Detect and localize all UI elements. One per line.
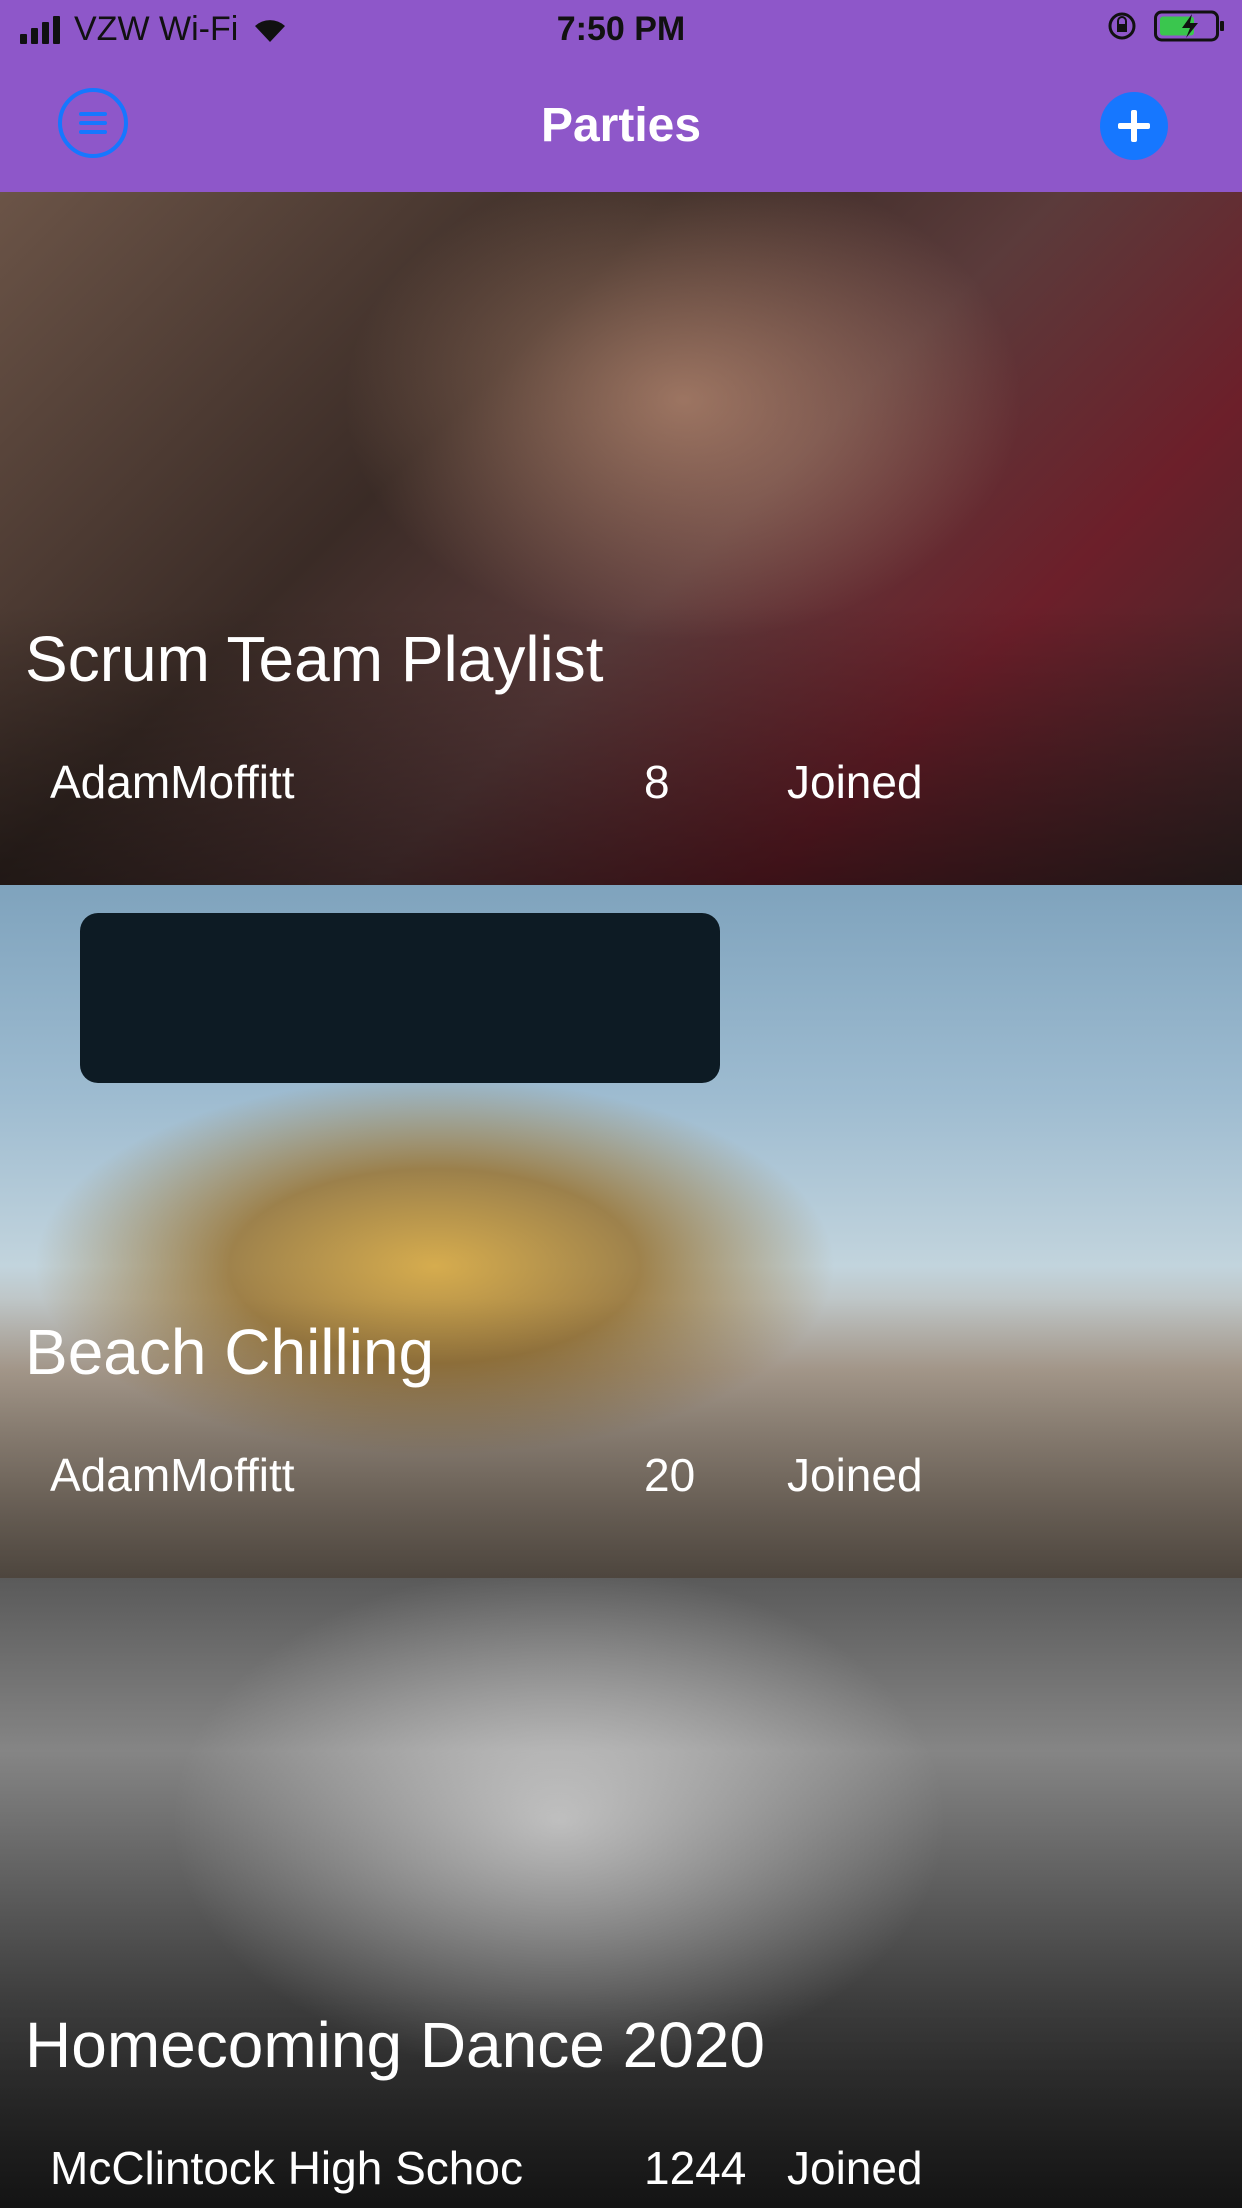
- party-host: AdamMoffitt: [50, 756, 295, 808]
- rotation-lock-icon: [1108, 12, 1136, 40]
- party-name: Beach Chilling: [25, 1316, 435, 1388]
- navigation-header: VZW Wi-Fi 7:50 PM Parties: [0, 0, 1242, 192]
- party-host: AdamMoffitt: [50, 1449, 295, 1501]
- party-list[interactable]: Scrum Team Playlist AdamMoffitt 8 Joined…: [0, 192, 1242, 2208]
- clock: 7:50 PM: [556, 10, 686, 48]
- sunglasses-decoration: [80, 913, 720, 1083]
- joined-status: Joined: [787, 756, 923, 808]
- party-card[interactable]: Homecoming Dance 2020 McClintock High Sc…: [0, 1578, 1242, 2208]
- party-card[interactable]: Beach Chilling AdamMoffitt 20 Joined: [0, 885, 1242, 1578]
- member-count: 1244: [644, 2142, 747, 2194]
- joined-status: Joined: [787, 2142, 923, 2194]
- party-name: Homecoming Dance 2020: [25, 2009, 765, 2081]
- add-party-button[interactable]: [1100, 92, 1168, 160]
- joined-status: Joined: [787, 1449, 923, 1501]
- member-count: 20: [644, 1449, 696, 1501]
- status-bar: VZW Wi-Fi 7:50 PM: [0, 0, 1242, 62]
- battery-icon: [1154, 10, 1224, 42]
- party-card[interactable]: Scrum Team Playlist AdamMoffitt 8 Joined: [0, 192, 1242, 885]
- page-title: Parties: [540, 99, 702, 152]
- member-count: 8: [644, 756, 670, 808]
- party-name: Scrum Team Playlist: [25, 623, 604, 695]
- party-host: McClintock High Schoc: [50, 2142, 523, 2194]
